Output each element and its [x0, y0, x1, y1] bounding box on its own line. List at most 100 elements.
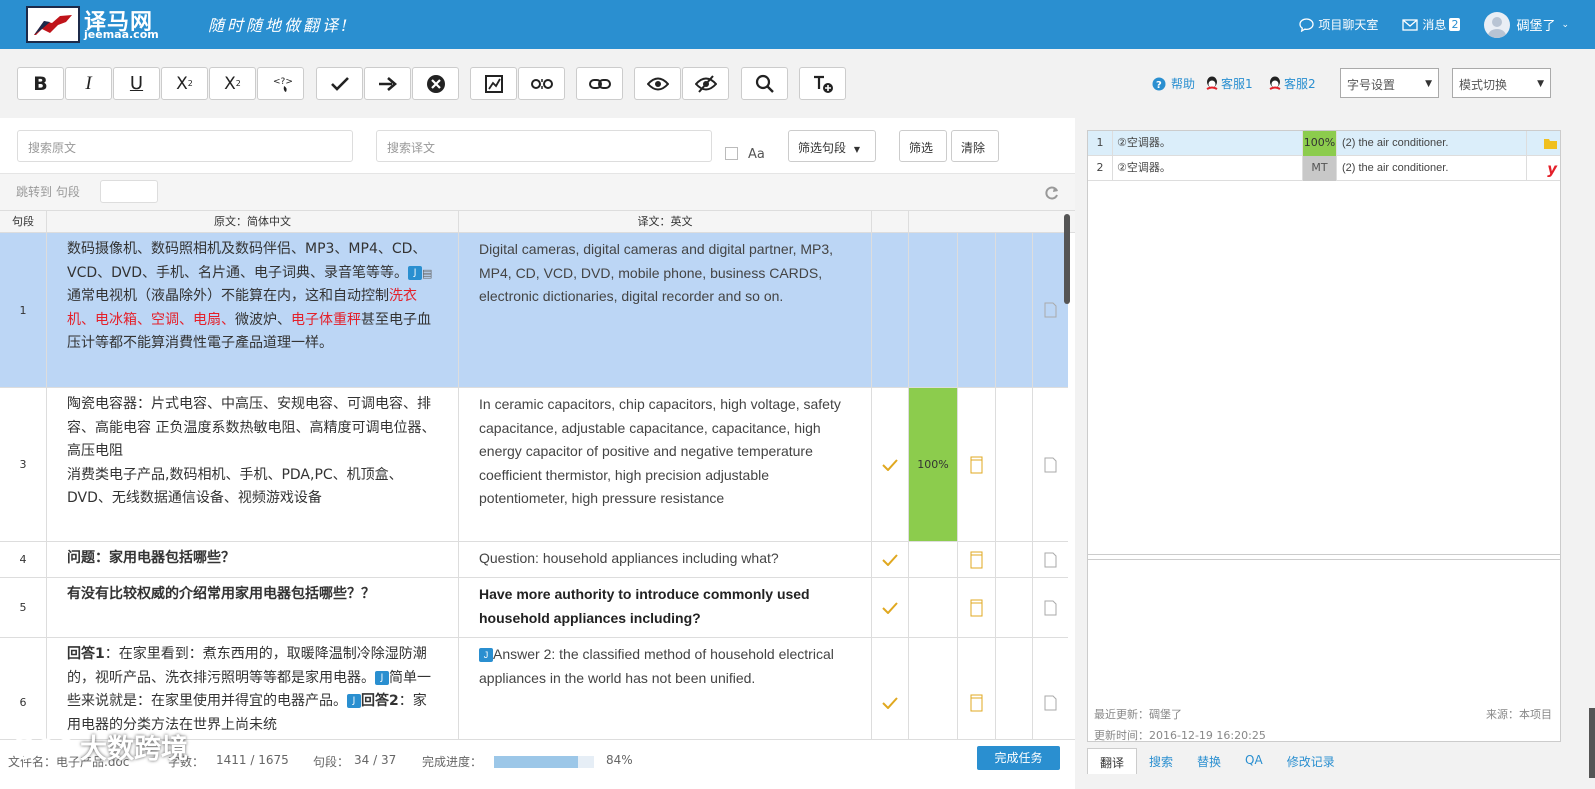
eye-icon: [646, 77, 669, 90]
tag-marker[interactable]: J: [408, 265, 423, 280]
special-chars-button[interactable]: <?>: [257, 67, 304, 100]
search-button[interactable]: [741, 67, 788, 100]
table-row[interactable]: 6 回答1：在家里看到：煮东西用的，取暖降温制冷除湿防潮的，视听产品、洗衣排污照…: [0, 638, 1068, 739]
add-term-button[interactable]: [799, 67, 846, 100]
tab-qa[interactable]: QA: [1233, 748, 1275, 774]
status-cell: [872, 388, 909, 541]
progress-value: 84%: [606, 753, 633, 767]
document-icon[interactable]: [1044, 552, 1057, 568]
progress-label: 完成进度：: [422, 755, 483, 769]
horse-logo-icon: [32, 13, 74, 37]
document-icon[interactable]: [1044, 457, 1057, 473]
target-cell[interactable]: Question: household appliances including…: [459, 542, 872, 577]
target-cell[interactable]: Have more authority to introduce commonl…: [459, 578, 872, 637]
term-highlight[interactable]: 电子体重秤: [291, 312, 361, 328]
tab-translate[interactable]: 翻译: [1087, 748, 1138, 774]
user-menu[interactable]: 碉堡了 ⌄: [1484, 11, 1569, 38]
tab-search[interactable]: 搜索: [1137, 748, 1185, 774]
project-chat-link[interactable]: 项目聊天室: [1299, 16, 1378, 33]
document-icon[interactable]: [1044, 695, 1057, 711]
tab-replace[interactable]: 替换: [1185, 748, 1233, 774]
tm-row[interactable]: 2 ②空调器。 MT (2) the air conditioner. y: [1088, 156, 1560, 181]
tag-marker[interactable]: J: [347, 694, 361, 708]
refresh-icon[interactable]: [1045, 186, 1059, 200]
extra-cell: [996, 578, 1033, 637]
update-time: 更新时间：2016-12-19 16:20:25: [1094, 729, 1266, 742]
table-row[interactable]: 4 问题：家用电器包括哪些？ Question: household appli…: [0, 542, 1068, 578]
tm-source-label: 来源：本项目: [1486, 708, 1552, 721]
underline-button[interactable]: U: [113, 67, 160, 100]
help-link[interactable]: ? 帮助: [1152, 67, 1195, 100]
jump-input[interactable]: [100, 180, 158, 203]
superscript-button[interactable]: X2: [209, 67, 256, 100]
subscript-button[interactable]: X2: [161, 67, 208, 100]
search-target-input[interactable]: 搜索译文: [376, 130, 712, 162]
page-cell: [1033, 578, 1068, 637]
customer-service-1[interactable]: 客服1: [1205, 67, 1253, 100]
tm-target: (2) the air conditioner.: [1337, 156, 1527, 181]
check-icon: [882, 553, 898, 566]
tag-marker[interactable]: J: [479, 648, 493, 663]
table-row[interactable]: 3 陶瓷电容器：片式电容、中高压、安规电容、可调电容、排容、高能电容 正负温度系…: [0, 388, 1068, 542]
logo[interactable]: [26, 6, 80, 43]
confirm-button[interactable]: [316, 67, 363, 100]
segment-table: 1 数码摄像机、数码照相机及数码伴侣、MP3、MP4、CD、VCD、DVD、手机…: [0, 233, 1075, 739]
chat-label: 项目聊天室: [1318, 18, 1379, 32]
segment-number: 5: [0, 578, 47, 637]
match-case-checkbox[interactable]: [725, 147, 738, 160]
words-count: 1411 / 1675: [216, 753, 289, 767]
check-icon: [330, 76, 349, 91]
document-icon[interactable]: [1044, 302, 1057, 318]
document-icon[interactable]: [1044, 600, 1057, 616]
segment-number: 6: [0, 638, 47, 739]
filter-segments-dropdown[interactable]: 筛选句段 ▼: [788, 130, 876, 162]
tm-row[interactable]: 1 ②空调器。 100% (2) the air conditioner.: [1088, 131, 1560, 156]
tm-target: (2) the air conditioner.: [1337, 131, 1527, 156]
next-segment-button[interactable]: [364, 67, 411, 100]
stats-button[interactable]: [470, 67, 517, 100]
hide-button[interactable]: [682, 67, 729, 100]
comment-icon[interactable]: [970, 694, 983, 712]
comment-cell: [958, 578, 996, 637]
complete-task-button[interactable]: 完成任务: [977, 746, 1060, 770]
mode-select[interactable]: 模式切换 ▼: [1452, 68, 1551, 98]
tab-history[interactable]: 修改记录: [1275, 748, 1347, 774]
progress-bar: [494, 756, 594, 768]
unlink-icon: [530, 78, 553, 89]
comment-icon[interactable]: [970, 551, 983, 569]
table-row[interactable]: 1 数码摄像机、数码照相机及数码伴侣、MP3、MP4、CD、VCD、DVD、手机…: [0, 233, 1068, 388]
italic-button[interactable]: I: [65, 67, 112, 100]
search-row: 搜索原文 搜索译文 Aa 筛选句段 ▼ 筛选 清除: [0, 118, 1075, 173]
messages-link[interactable]: 消息 2: [1402, 16, 1461, 33]
reject-button[interactable]: [412, 67, 459, 100]
target-cell[interactable]: Digital cameras, digital cameras and dig…: [459, 233, 872, 387]
bold-button[interactable]: B: [17, 67, 64, 100]
chat-icon: [1299, 17, 1315, 32]
right-scrollbar[interactable]: [1589, 708, 1595, 778]
filter-button[interactable]: 筛选: [899, 130, 947, 162]
match-cell: [909, 578, 958, 637]
source-cell: 数码摄像机、数码照相机及数码伴侣、MP3、MP4、CD、VCD、DVD、手机、名…: [47, 233, 459, 387]
watermark-text: 大数跨境: [80, 734, 188, 765]
unlink-button[interactable]: [518, 67, 565, 100]
search-source-input[interactable]: 搜索原文: [17, 130, 353, 162]
table-row[interactable]: 5 有没有比较权威的介绍常用家用电器包括哪些？？ Have more autho…: [0, 578, 1068, 638]
table-header: 句段 原文：简体中文 译文：英文: [0, 210, 1075, 234]
comment-icon[interactable]: [970, 456, 983, 474]
tag-marker[interactable]: J: [375, 670, 389, 685]
target-cell[interactable]: J Answer 2: the classified method of hous…: [459, 638, 872, 739]
filter-segments-label: 筛选句段: [798, 141, 847, 155]
col-source: 原文：简体中文: [47, 211, 459, 234]
font-size-select[interactable]: 字号设置 ▼: [1340, 68, 1439, 98]
clear-button[interactable]: 清除: [951, 130, 999, 162]
source-text: 回答2: [361, 693, 399, 709]
qq-icon: [1269, 76, 1281, 90]
comment-icon[interactable]: [970, 599, 983, 617]
vertical-scrollbar[interactable]: [1064, 214, 1070, 304]
show-button[interactable]: [634, 67, 681, 100]
mode-value: 模式切换: [1459, 78, 1508, 92]
target-cell[interactable]: In ceramic capacitors, chip capacitors, …: [459, 388, 872, 541]
customer-service-2[interactable]: 客服2: [1268, 67, 1316, 100]
editor-toolbar: B I U X2 X2 <?> ? 帮助 客服1 客服2 字号设置 ▼ 模式切换…: [0, 49, 1595, 118]
link-button[interactable]: [576, 67, 623, 100]
